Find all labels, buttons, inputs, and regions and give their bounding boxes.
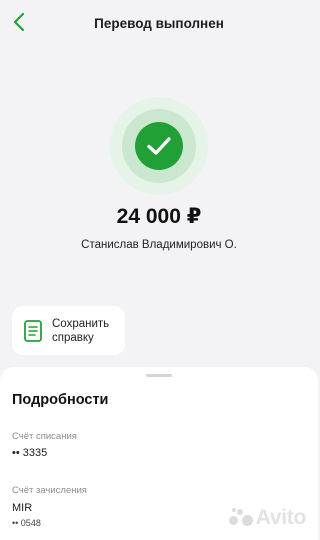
transfer-amount: 24 000 ₽ (116, 205, 202, 228)
avito-watermark: Avito (228, 506, 307, 530)
details-title: Подробности (12, 392, 109, 408)
credit-account-value: MIR (12, 502, 33, 514)
details-sheet: Подробности Счёт списания •• 3335 Счёт з… (0, 367, 318, 540)
recipient-name: Станислав Владимирович О. (81, 239, 237, 251)
debit-account-value: •• 3335 (12, 447, 48, 459)
document-icon (24, 319, 42, 342)
sheet-handle[interactable] (146, 374, 172, 377)
save-receipt-button[interactable]: Сохранить справку (12, 306, 125, 355)
success-indicator (110, 97, 208, 195)
debit-account-label: Счёт списания (12, 431, 77, 442)
header: Перевод выполнен (0, 0, 318, 46)
checkmark-icon (110, 97, 208, 195)
back-button[interactable] (8, 10, 30, 34)
watermark-text: Avito (255, 506, 307, 529)
page-title: Перевод выполнен (94, 15, 224, 31)
chevron-left-icon (13, 12, 25, 32)
credit-account-number: •• 0548 (12, 518, 41, 528)
avito-logo-icon (228, 508, 253, 528)
save-receipt-label: Сохранить справку (52, 317, 110, 344)
credit-account-label: Счёт зачисления (12, 485, 87, 496)
